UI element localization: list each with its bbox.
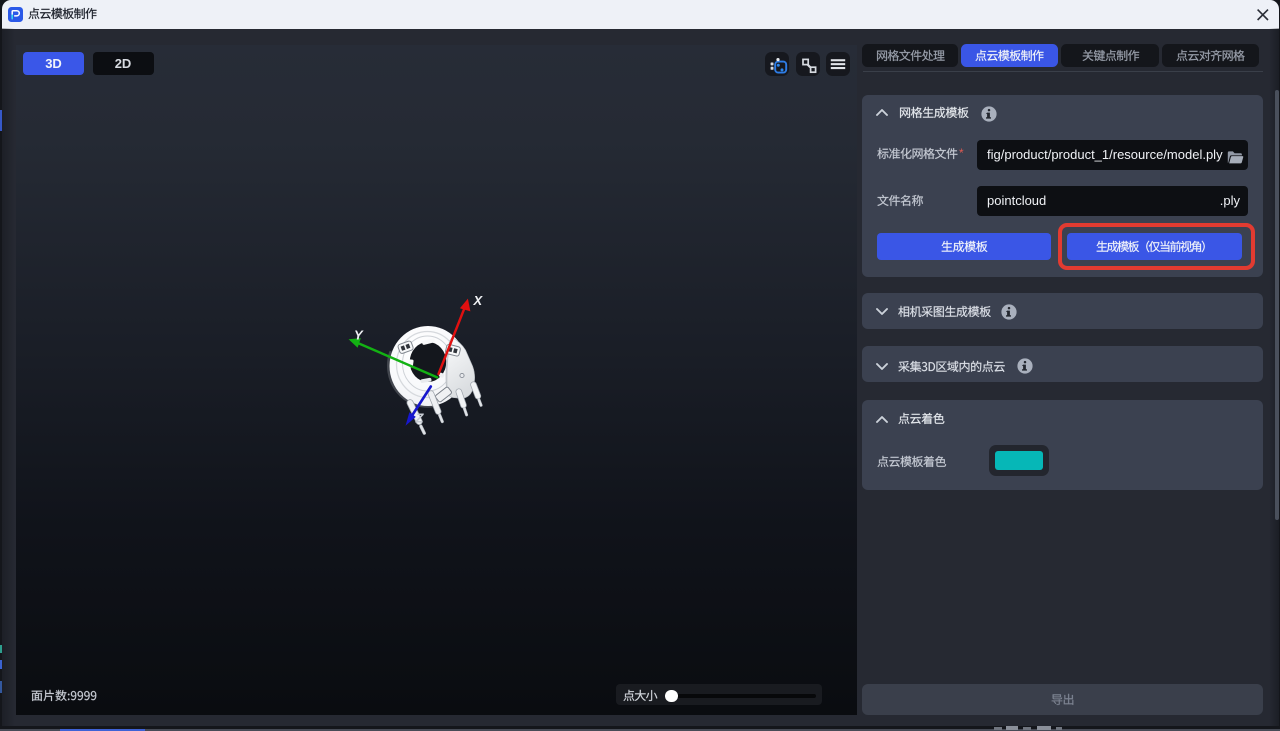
svg-text:Z: Z: [415, 411, 425, 426]
svg-text:X: X: [473, 293, 484, 308]
svg-text:Y: Y: [354, 328, 364, 343]
